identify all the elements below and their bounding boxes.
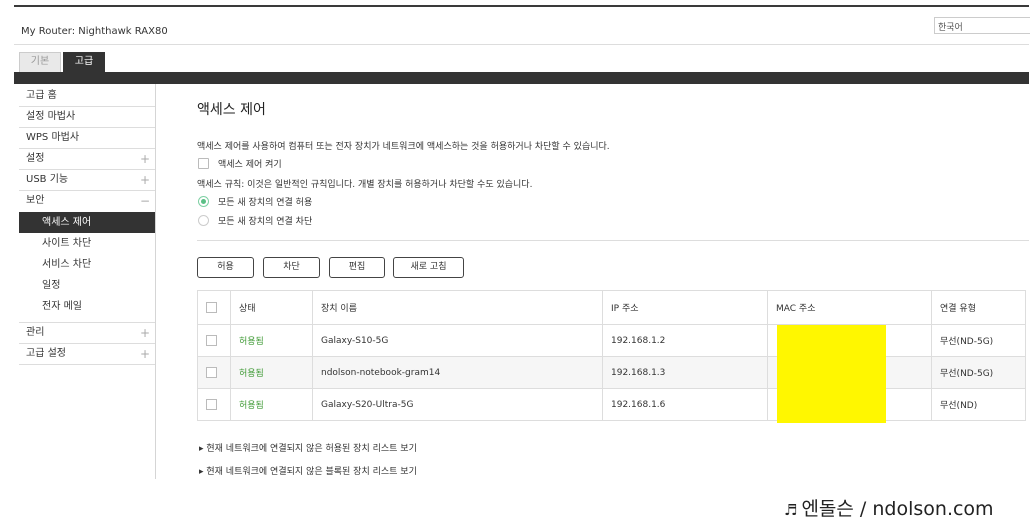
sidebar-subitem-schedule[interactable]: 일정 [19,275,156,296]
device-name-cell: Galaxy-S10-5G [312,324,603,357]
status-cell: 허용됨 [230,356,313,389]
expand-icon: + [139,347,150,361]
sidebar-subitem-site-block[interactable]: 사이트 차단 [19,233,156,254]
allowed-offline-devices-link[interactable]: ▸ 현재 네트워크에 연결되지 않은 허용된 장치 리스트 보기 [199,441,417,454]
sidebar-item-advanced-setup[interactable]: 고급 설정 + [19,344,156,365]
sidebar-item-security[interactable]: 보안 − [19,191,156,212]
column-header: 상태 [230,290,313,325]
connection-type-cell: 무선(ND-5G) [931,324,1026,357]
edit-button[interactable]: 편집 [329,257,385,278]
access-rule-text: 액세스 규칙: 이것은 일반적인 규칙입니다. 개별 장치를 허용하거나 차단할… [197,180,533,190]
collapse-icon: − [139,194,150,208]
connection-type-cell: 무선(ND) [931,388,1026,421]
row-checkbox[interactable] [206,367,217,378]
sidebar-subitem-email[interactable]: 전자 메일 [19,296,156,317]
sidebar-subitem-access-control[interactable]: 액세스 제어 [19,212,156,233]
sidebar-divider [155,84,156,479]
watermark: ♬ 엔돌슨 / ndolson.com [732,480,1034,531]
table-row[interactable]: 허용됨 Galaxy-S10-5G 192.168.1.2 무선(ND-5G) [197,324,1026,357]
table-header-row: 상태 장치 이름 IP 주소 MAC 주소 연결 유형 [197,290,1026,325]
row-checkbox-cell[interactable] [197,356,231,389]
table-row[interactable]: 허용됨 ndolson-notebook-gram14 192.168.1.3 … [197,356,1026,389]
sidebar: 고급 홈 설정 마법사 WPS 마법사 설정 + USB 기능 + 보안 − 액세스 … [19,86,156,365]
row-checkbox[interactable] [206,335,217,346]
watermark-text: 엔돌슨 / ndolson.com [801,498,994,520]
enable-access-control-label: 액세스 제어 켜기 [218,160,282,170]
blocked-offline-devices-link[interactable]: ▸ 현재 네트워크에 연결되지 않은 블록된 장치 리스트 보기 [199,464,417,477]
ip-cell: 192.168.1.3 [602,356,768,389]
music-note-icon: ♬ [784,501,798,519]
tab-basic[interactable]: 기본 [19,52,61,72]
radio-block-new-devices[interactable] [198,215,209,226]
column-header: 연결 유형 [931,290,1026,325]
tab-advanced[interactable]: 고급 [63,52,105,72]
row-checkbox[interactable] [206,399,217,410]
table-row[interactable]: 허용됨 Galaxy-S20-Ultra-5G 192.168.1.6 무선(N… [197,388,1026,421]
sidebar-subitem-service-block[interactable]: 서비스 차단 [19,254,156,275]
ip-cell: 192.168.1.6 [602,388,768,421]
router-model: Nighthawk RAX80 [78,26,168,37]
sidebar-item-advanced-home[interactable]: 고급 홈 [19,86,156,107]
ip-cell: 192.168.1.2 [602,324,768,357]
column-header: IP 주소 [602,290,768,325]
sidebar-item-usb[interactable]: USB 기능 + [19,170,156,191]
tab-bar [14,72,1029,84]
status-cell: 허용됨 [230,324,313,357]
router-title: My Router: Nighthawk RAX80 [21,26,168,37]
mac-redaction-mask [777,325,886,423]
allow-button[interactable]: 허용 [197,257,254,278]
sidebar-item-management[interactable]: 관리 + [19,323,156,344]
row-checkbox-cell[interactable] [197,388,231,421]
select-all-checkbox[interactable] [206,302,217,313]
connection-type-cell: 무선(ND-5G) [931,356,1026,389]
sidebar-item-setup-wizard[interactable]: 설정 마법사 [19,107,156,128]
content-divider [197,240,1029,241]
top-rule [14,5,1029,7]
device-name-cell: ndolson-notebook-gram14 [312,356,603,389]
select-all-cell[interactable] [197,290,231,325]
block-button[interactable]: 차단 [263,257,320,278]
language-select[interactable]: 한국어 [934,17,1030,34]
description-text: 액세스 제어를 사용하여 컴퓨터 또는 전자 장치가 네트워크에 액세스하는 것… [197,142,610,152]
column-header: 장치 이름 [312,290,603,325]
status-cell: 허용됨 [230,388,313,421]
page-title: 액세스 제어 [197,102,266,118]
radio-block-label: 모든 새 장치의 연결 차단 [218,217,313,227]
refresh-button[interactable]: 새로 고침 [393,257,464,278]
device-table: 상태 장치 이름 IP 주소 MAC 주소 연결 유형 허용됨 Galaxy-S… [197,290,1026,421]
expand-icon: + [139,152,150,166]
sidebar-item-setup[interactable]: 설정 + [19,149,156,170]
column-header: MAC 주소 [767,290,932,325]
row-checkbox-cell[interactable] [197,324,231,357]
router-label: My Router: [21,26,76,37]
header-divider [14,44,1029,45]
expand-icon: + [139,326,150,340]
sidebar-item-wps-wizard[interactable]: WPS 마법사 [19,128,156,149]
expand-icon: + [139,173,150,187]
radio-allow-new-devices[interactable] [198,196,209,207]
device-name-cell: Galaxy-S20-Ultra-5G [312,388,603,421]
enable-access-control-checkbox[interactable] [198,158,209,169]
radio-allow-label: 모든 새 장치의 연결 허용 [218,198,313,208]
